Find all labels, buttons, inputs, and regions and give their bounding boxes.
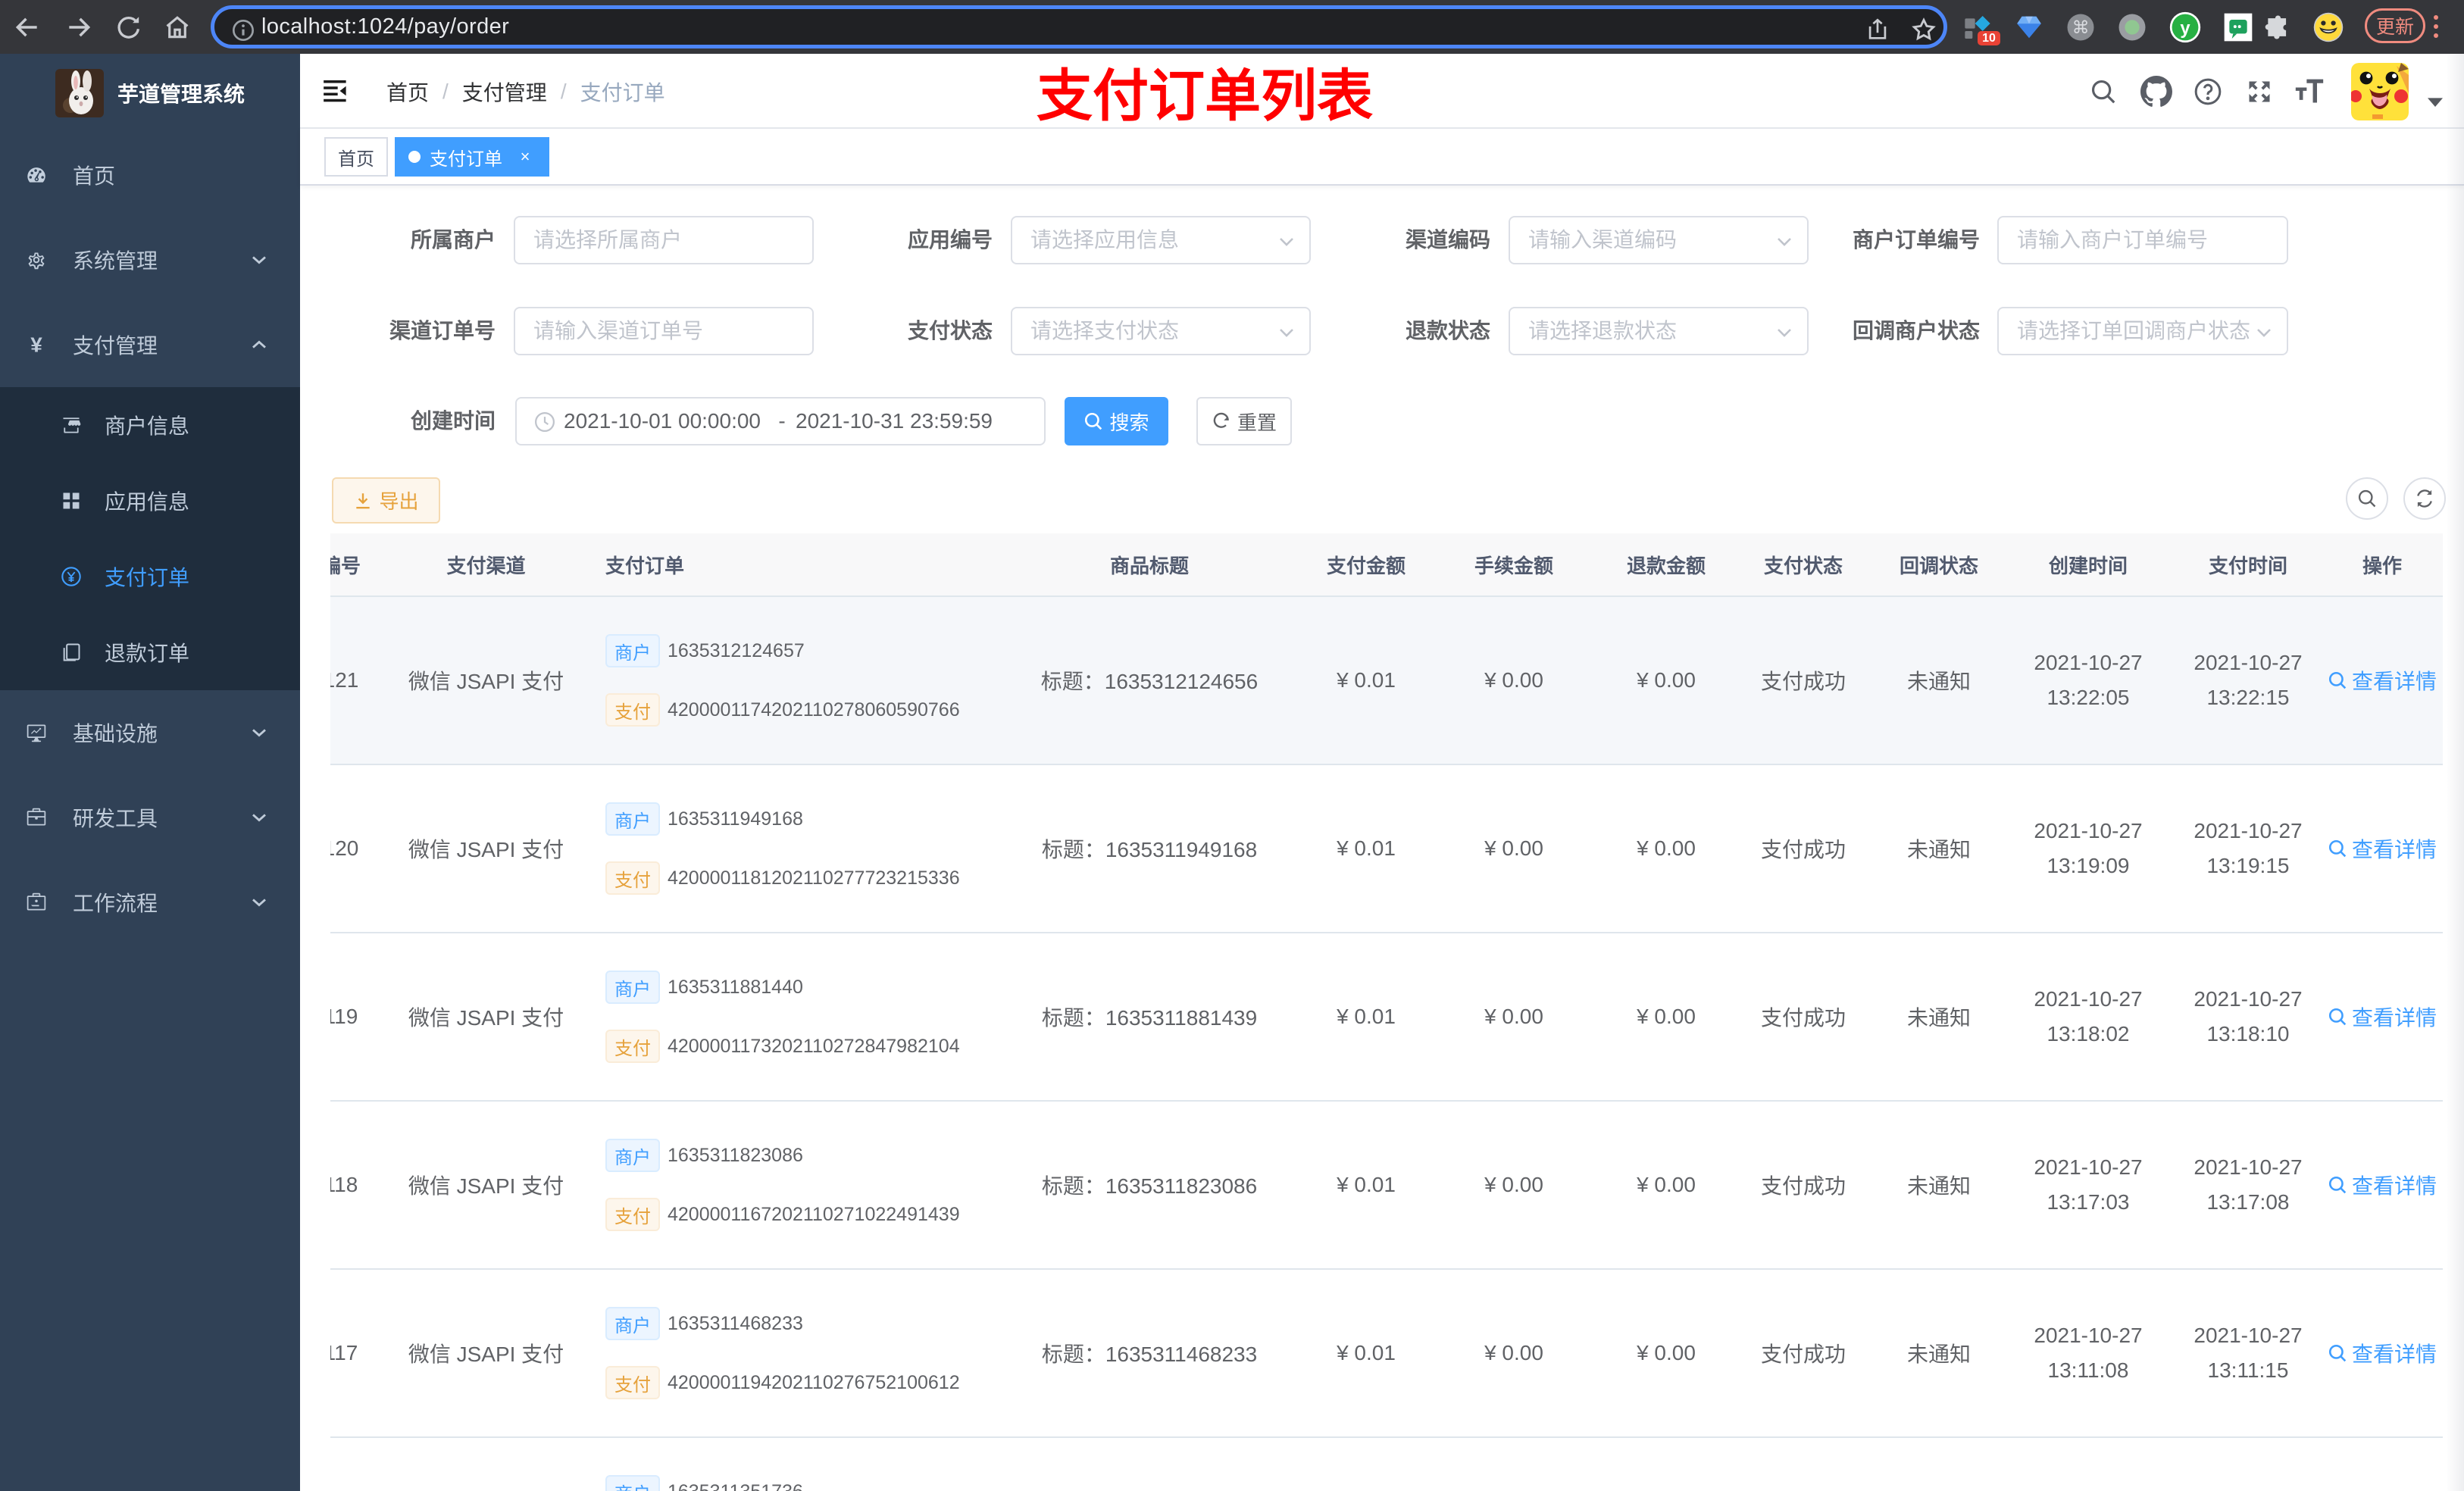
svg-text:y: y [2180,17,2190,38]
svg-text:¥: ¥ [30,334,42,355]
svg-text:⌘: ⌘ [2072,17,2090,36]
